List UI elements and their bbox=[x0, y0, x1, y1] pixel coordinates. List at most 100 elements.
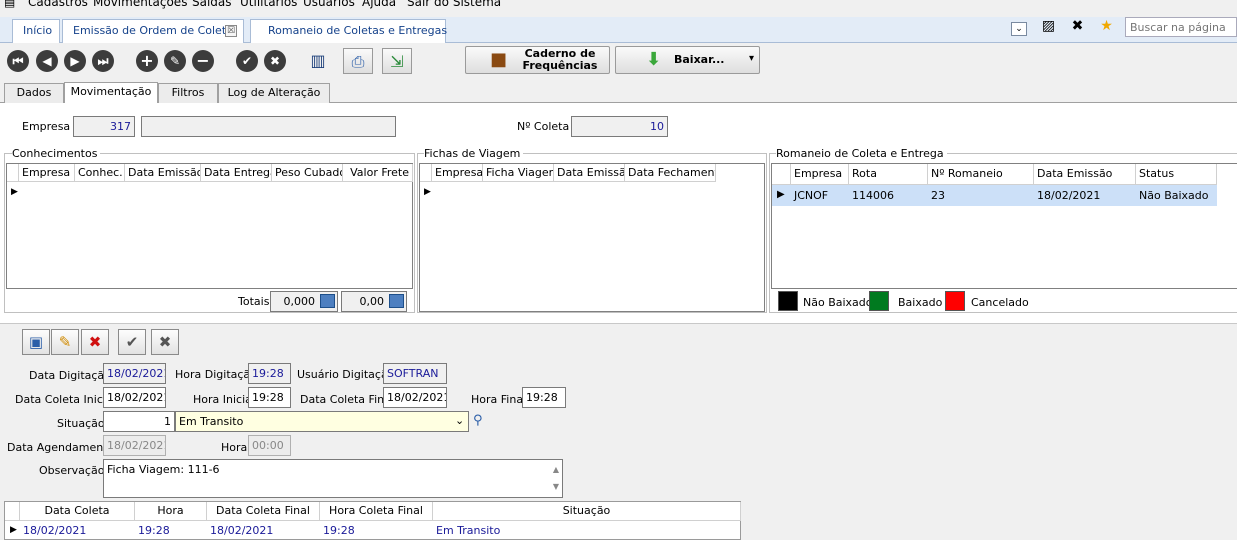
cell-hora-coleta-final: 19:28 bbox=[323, 524, 355, 537]
calculator-icon[interactable] bbox=[320, 294, 335, 308]
last-record-icon[interactable]: ⏭ bbox=[92, 50, 114, 72]
tab-emissao-ordem-coleta[interactable]: Emissão de Ordem de Coleta ☒ bbox=[62, 19, 244, 43]
caderno-frequencias-button[interactable]: ■ Caderno de Frequências bbox=[465, 46, 610, 74]
table-row[interactable]: ▶ JCNOF 114006 23 18/02/2021 Não Baixado bbox=[772, 185, 1217, 206]
first-record-icon[interactable]: ⏮ bbox=[7, 50, 29, 72]
tab-filtros[interactable]: Filtros bbox=[158, 83, 218, 103]
hora-agendamento-field[interactable]: 00:00 bbox=[248, 435, 291, 456]
column-header[interactable]: Data Emissão bbox=[554, 164, 625, 182]
tab-romaneio[interactable]: Romaneio de Coletas e Entregas bbox=[250, 19, 448, 43]
favorite-star-icon[interactable]: ★ bbox=[1098, 18, 1115, 35]
tab-dados[interactable]: Dados bbox=[4, 83, 64, 103]
scroll-up-icon[interactable]: ▲ bbox=[553, 462, 559, 478]
column-header[interactable]: Hora bbox=[135, 502, 207, 521]
calculator-icon[interactable] bbox=[389, 294, 404, 308]
conhecimentos-grid[interactable]: Empresa Conhec. Data Emissão Data Entreg… bbox=[6, 163, 413, 289]
hora-digitacao-field[interactable]: 19:28 bbox=[248, 363, 291, 384]
tab-label: Emissão de Ordem de Coleta bbox=[73, 24, 233, 37]
column-header[interactable]: Rota bbox=[849, 164, 928, 185]
column-header[interactable]: Data Emissão bbox=[125, 164, 201, 182]
column-header[interactable]: Data Entrega bbox=[201, 164, 272, 182]
data-digitacao-label: Data Digitação bbox=[29, 369, 111, 382]
column-header[interactable]: Data Coleta Final bbox=[207, 502, 320, 521]
column-header[interactable]: Hora Coleta Final bbox=[320, 502, 433, 521]
delete-entry-icon[interactable]: ✖ bbox=[81, 329, 109, 355]
unpin-icon[interactable]: ✖ bbox=[1069, 18, 1086, 35]
chevron-down-icon[interactable]: ⌄ bbox=[1011, 22, 1027, 36]
column-header[interactable]: Peso Cubado bbox=[272, 164, 343, 182]
historico-grid[interactable]: Data Coleta Hora Data Coleta Final Hora … bbox=[4, 501, 741, 540]
chevron-down-icon[interactable]: ⌄ bbox=[455, 414, 464, 427]
print-icon[interactable]: ⎙ bbox=[343, 48, 373, 74]
row-pointer-icon: ▶ bbox=[424, 187, 431, 197]
menu-usuarios[interactable]: Usuários bbox=[303, 0, 355, 9]
baixar-button[interactable]: ⬇ Baixar... ▾ bbox=[615, 46, 760, 74]
row-pointer-icon: ▶ bbox=[10, 525, 17, 535]
menu-ajuda[interactable]: Ajuda bbox=[362, 0, 396, 9]
tab-movimentacao[interactable]: Movimentação bbox=[64, 82, 158, 104]
edit-entry-icon[interactable]: ✎ bbox=[51, 329, 79, 355]
column-header[interactable]: Status bbox=[1136, 164, 1217, 185]
cancel-entry-icon[interactable]: ✖ bbox=[151, 329, 179, 355]
empresa-code-field[interactable]: 317 bbox=[73, 116, 135, 137]
empresa-name-field[interactable] bbox=[141, 116, 396, 137]
numero-coleta-field[interactable]: 10 bbox=[571, 116, 668, 137]
tab-inicio[interactable]: Início bbox=[12, 19, 60, 43]
romaneio-grid[interactable]: Empresa Rota Nº Romaneio Data Emissão St… bbox=[771, 163, 1237, 289]
export-icon[interactable]: ⇲ bbox=[382, 48, 412, 74]
previous-record-icon[interactable]: ◀ bbox=[36, 50, 58, 72]
observacao-value: Ficha Viagem: 111-6 bbox=[107, 463, 220, 476]
chart-icon[interactable]: ▥ bbox=[303, 48, 333, 74]
no-image-icon[interactable]: ▨ bbox=[1040, 18, 1057, 35]
column-header[interactable]: Data Fechamento bbox=[625, 164, 716, 182]
column-header[interactable]: Valor Frete bbox=[343, 164, 413, 182]
observacao-label: Observação bbox=[39, 464, 105, 477]
column-header[interactable]: Data Coleta bbox=[20, 502, 135, 521]
fichas-grid[interactable]: Empresa Ficha Viagem Data Emissão Data F… bbox=[419, 163, 765, 312]
column-header[interactable]: Nº Romaneio bbox=[928, 164, 1034, 185]
situacao-select[interactable]: Em Transito bbox=[175, 411, 469, 432]
observacao-textarea[interactable]: Ficha Viagem: 111-6 ▲ ▼ bbox=[103, 459, 563, 498]
column-header[interactable]: Data Emissão bbox=[1034, 164, 1136, 185]
column-header[interactable]: Empresa bbox=[432, 164, 483, 182]
hora-inicial-field[interactable]: 19:28 bbox=[248, 387, 291, 408]
menu-saidas[interactable]: Saídas bbox=[192, 0, 232, 9]
next-record-icon[interactable]: ▶ bbox=[64, 50, 86, 72]
hora-final-field[interactable]: 19:28 bbox=[522, 387, 566, 408]
search-input[interactable] bbox=[1125, 17, 1237, 37]
column-header[interactable]: Conhec. bbox=[75, 164, 125, 182]
column-header[interactable]: Situação bbox=[433, 502, 741, 521]
menu-movimentacoes[interactable]: Movimentações bbox=[93, 0, 187, 9]
cancel-icon[interactable]: ✖ bbox=[264, 50, 286, 72]
confirm-icon[interactable]: ✔ bbox=[236, 50, 258, 72]
dropdown-arrow-icon: ▾ bbox=[749, 53, 755, 64]
column-header[interactable]: Empresa bbox=[19, 164, 75, 182]
scroll-down-icon[interactable]: ▼ bbox=[553, 479, 559, 495]
search-icon[interactable]: ⚲ bbox=[473, 413, 483, 428]
tab-log-alteracao[interactable]: Log de Alteração bbox=[218, 83, 330, 103]
download-arrow-icon: ⬇ bbox=[646, 49, 662, 70]
edit-icon[interactable]: ✎ bbox=[164, 50, 186, 72]
confirm-entry-icon[interactable]: ✔ bbox=[118, 329, 146, 355]
legend-cancelado: Cancelado bbox=[971, 296, 1029, 309]
situacao-code-field[interactable]: 1 bbox=[103, 411, 175, 432]
data-agendamento-field[interactable]: 18/02/2021 bbox=[103, 435, 166, 456]
column-header[interactable]: Empresa bbox=[791, 164, 849, 185]
usuario-digitacao-field[interactable]: SOFTRAN bbox=[383, 363, 447, 384]
data-coleta-final-field[interactable]: 18/02/2021 bbox=[383, 387, 447, 408]
close-tab-icon[interactable]: ☒ bbox=[225, 25, 237, 37]
cell-romaneio: 23 bbox=[931, 189, 945, 202]
add-icon[interactable]: + bbox=[136, 50, 158, 72]
menu-bar: ▤ Cadastros Movimentações Saídas Utilitá… bbox=[0, 0, 1237, 12]
column-header[interactable]: Ficha Viagem bbox=[483, 164, 554, 182]
remove-icon[interactable]: − bbox=[192, 50, 214, 72]
menu-sair[interactable]: Sair do Sistema bbox=[407, 0, 501, 9]
menu-cadastros[interactable]: Cadastros bbox=[28, 0, 88, 9]
tab-label: Romaneio de Coletas e Entregas bbox=[268, 24, 448, 37]
new-entry-icon[interactable]: ▣ bbox=[22, 329, 50, 355]
menu-utilitarios[interactable]: Utilitários bbox=[240, 0, 297, 9]
table-row[interactable]: ▶ 18/02/2021 19:28 18/02/2021 19:28 Em T… bbox=[5, 521, 741, 540]
data-coleta-inicial-field[interactable]: 18/02/2021 bbox=[103, 387, 166, 408]
data-digitacao-field[interactable]: 18/02/2021 bbox=[103, 363, 166, 384]
caderno-label-2: Frequências bbox=[522, 59, 598, 72]
